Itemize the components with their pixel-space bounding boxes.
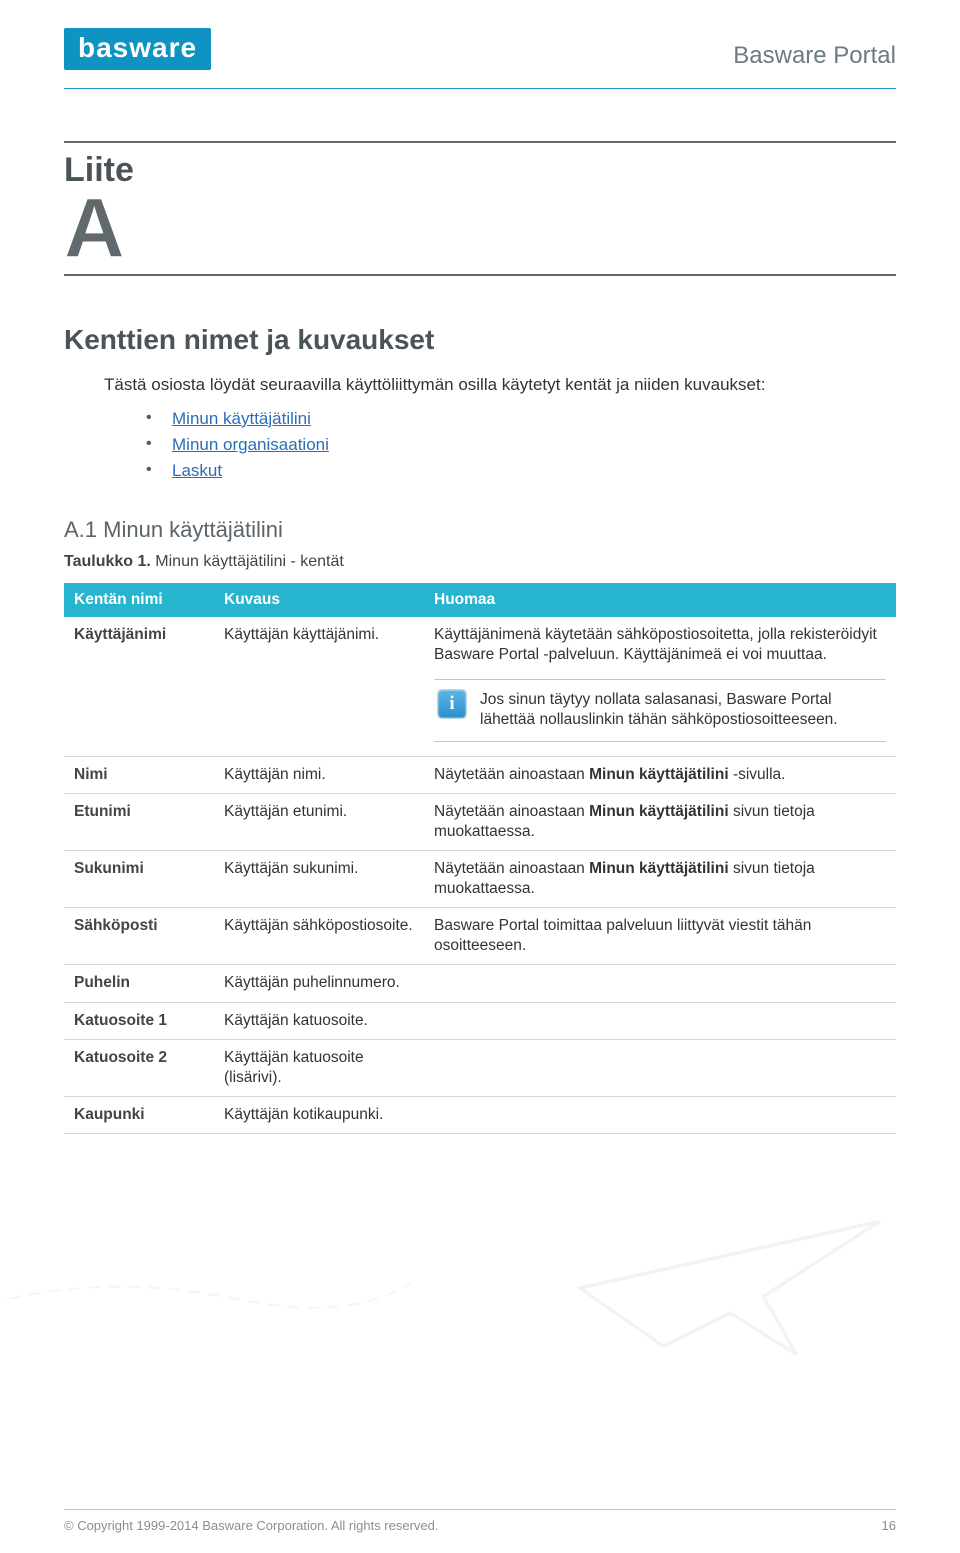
footer-page-number: 16 xyxy=(882,1518,896,1533)
link-laskut[interactable]: Laskut xyxy=(172,461,222,480)
table-row: Sähköposti Käyttäjän sähköpostiosoite. B… xyxy=(64,908,896,965)
cell-field-note xyxy=(424,1039,896,1096)
cell-field-name: Nimi xyxy=(64,756,214,793)
note-bold: Minun käyttäjätilini xyxy=(589,766,729,783)
table-caption-text: Minun käyttäjätilini - kentät xyxy=(151,553,344,570)
list-item: Minun käyttäjätilini xyxy=(146,409,896,429)
cell-field-desc: Käyttäjän kotikaupunki. xyxy=(214,1097,424,1134)
intro-paragraph: Tästä osiosta löydät seuraavilla käyttöl… xyxy=(64,374,896,397)
watermark-plane-icon xyxy=(560,1188,900,1393)
note-pre: Näytetään ainoastaan xyxy=(434,766,589,783)
cell-field-note: Näytetään ainoastaan Minun käyttäjätilin… xyxy=(424,850,896,907)
cell-field-note xyxy=(424,1097,896,1134)
appendix-letter: A xyxy=(64,186,896,270)
cell-field-desc: Käyttäjän sukunimi. xyxy=(214,850,424,907)
note-bold: Minun käyttäjätilini xyxy=(589,803,729,820)
list-item: Laskut xyxy=(146,461,896,481)
table-row: Sukunimi Käyttäjän sukunimi. Näytetään a… xyxy=(64,850,896,907)
table-caption: Taulukko 1. Minun käyttäjätilini - kentä… xyxy=(64,553,896,571)
note-bold: Minun käyttäjätilini xyxy=(589,860,729,877)
col-header-name: Kentän nimi xyxy=(64,583,214,617)
table-row: Nimi Käyttäjän nimi. Näytetään ainoastaa… xyxy=(64,756,896,793)
table-row: Katuosoite 1 Käyttäjän katuosoite. xyxy=(64,1002,896,1039)
note-pre: Näytetään ainoastaan xyxy=(434,803,589,820)
cell-field-name: Sukunimi xyxy=(64,850,214,907)
page-footer: © Copyright 1999-2014 Basware Corporatio… xyxy=(64,1509,896,1533)
cell-field-desc: Käyttäjän katuosoite (lisärivi). xyxy=(214,1039,424,1096)
note-post: -sivulla. xyxy=(729,766,786,783)
cell-field-note: Käyttäjänimenä käytetään sähköpostiosoit… xyxy=(424,617,896,756)
cell-field-name: Kaupunki xyxy=(64,1097,214,1134)
table-row: Puhelin Käyttäjän puhelinnumero. xyxy=(64,965,896,1002)
info-icon: i xyxy=(438,690,466,718)
table-caption-number: Taulukko 1. xyxy=(64,553,151,570)
subsection-heading: A.1 Minun käyttäjätilini xyxy=(64,517,896,543)
document-header: basware Basware Portal xyxy=(64,28,896,80)
cell-field-note: Näytetään ainoastaan Minun käyttäjätilin… xyxy=(424,756,896,793)
note-text: Käyttäjänimenä käytetään sähköpostiosoit… xyxy=(434,626,877,663)
cell-field-name: Puhelin xyxy=(64,965,214,1002)
cell-field-desc: Käyttäjän katuosoite. xyxy=(214,1002,424,1039)
cell-field-name: Katuosoite 1 xyxy=(64,1002,214,1039)
cell-field-name: Etunimi xyxy=(64,793,214,850)
cell-field-desc: Käyttäjän etunimi. xyxy=(214,793,424,850)
footer-copyright: © Copyright 1999-2014 Basware Corporatio… xyxy=(64,1518,439,1533)
note-pre: Näytetään ainoastaan xyxy=(434,860,589,877)
header-rule xyxy=(64,88,896,89)
list-item: Minun organisaationi xyxy=(146,435,896,455)
cell-field-note xyxy=(424,965,896,1002)
cell-field-note: Näytetään ainoastaan Minun käyttäjätilin… xyxy=(424,793,896,850)
table-row: Etunimi Käyttäjän etunimi. Näytetään ain… xyxy=(64,793,896,850)
portal-title: Basware Portal xyxy=(733,42,896,70)
table-row: Käyttäjänimi Käyttäjän käyttäjänimi. Käy… xyxy=(64,617,896,756)
link-minun-organisaationi[interactable]: Minun organisaationi xyxy=(172,435,329,454)
appendix-label: Liite xyxy=(64,151,896,190)
brand-logo: basware xyxy=(64,28,211,70)
cell-field-desc: Käyttäjän käyttäjänimi. xyxy=(214,617,424,756)
appendix-rule-bottom xyxy=(64,274,896,276)
fields-table: Kentän nimi Kuvaus Huomaa Käyttäjänimi K… xyxy=(64,583,896,1134)
link-list: Minun käyttäjätilini Minun organisaation… xyxy=(64,409,896,481)
col-header-desc: Kuvaus xyxy=(214,583,424,617)
table-row: Katuosoite 2 Käyttäjän katuosoite (lisär… xyxy=(64,1039,896,1096)
info-callout: i Jos sinun täytyy nollata salasanasi, B… xyxy=(434,679,886,741)
col-header-note: Huomaa xyxy=(424,583,896,617)
cell-field-note xyxy=(424,1002,896,1039)
link-minun-kayttajatilini[interactable]: Minun käyttäjätilini xyxy=(172,409,311,428)
cell-field-desc: Käyttäjän puhelinnumero. xyxy=(214,965,424,1002)
cell-field-desc: Käyttäjän nimi. xyxy=(214,756,424,793)
cell-field-name: Sähköposti xyxy=(64,908,214,965)
cell-field-name: Katuosoite 2 xyxy=(64,1039,214,1096)
appendix-rule-top xyxy=(64,141,896,143)
cell-field-desc: Käyttäjän sähköpostiosoite. xyxy=(214,908,424,965)
cell-field-note: Basware Portal toimittaa palveluun liitt… xyxy=(424,908,896,965)
watermark-trail-icon xyxy=(0,1263,410,1323)
info-callout-text: Jos sinun täytyy nollata salasanasi, Bas… xyxy=(480,690,886,730)
table-row: Kaupunki Käyttäjän kotikaupunki. xyxy=(64,1097,896,1134)
cell-field-name: Käyttäjänimi xyxy=(64,617,214,756)
section-heading: Kenttien nimet ja kuvaukset xyxy=(64,324,896,356)
